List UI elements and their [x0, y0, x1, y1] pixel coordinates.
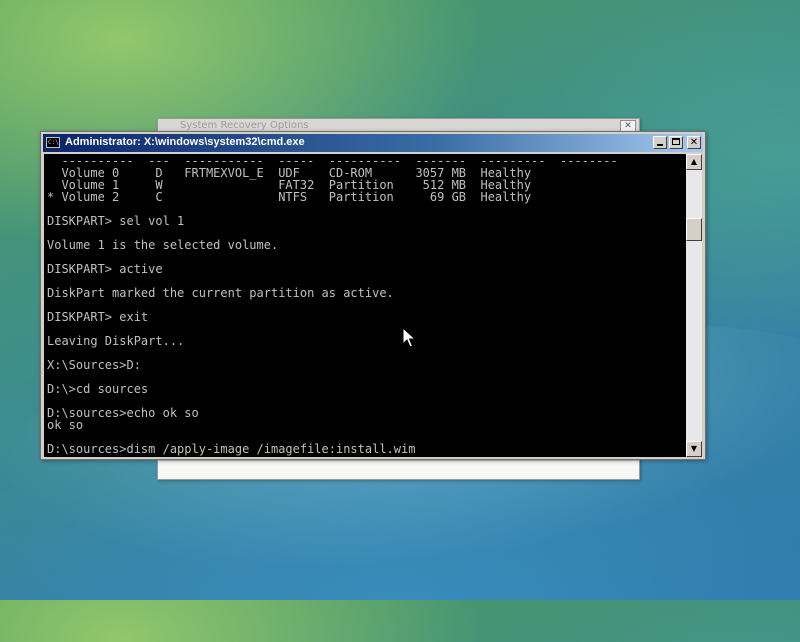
close-icon: ✕ — [689, 137, 699, 148]
maximize-icon — [672, 138, 680, 145]
console-line: DISKPART> active — [47, 262, 163, 276]
console-line: ok so — [47, 418, 84, 432]
minimize-icon — [657, 144, 663, 146]
console-line: DiskPart marked the current partition as… — [47, 286, 394, 300]
console-line: X:\Sources>D: — [47, 358, 141, 372]
arrow-cursor-icon — [402, 327, 417, 348]
console-line: DISKPART> exit — [47, 310, 149, 324]
console-line: D:\sources>dism /apply-image /imagefile:… — [47, 442, 416, 456]
console-line: * Volume 2 C NTFS Partition 69 GB Health… — [47, 190, 532, 204]
cmd-window[interactable]: C:\ Administrator: X:\windows\system32\c… — [40, 131, 706, 460]
vertical-scrollbar[interactable]: ▲ ▼ — [686, 154, 702, 457]
scrollbar-thumb[interactable] — [686, 218, 702, 241]
scroll-up-icon: ▲ — [690, 157, 698, 166]
console-line: DISKPART> sel vol 1 — [47, 214, 185, 228]
cmd-titlebar[interactable]: C:\ Administrator: X:\windows\system32\c… — [43, 134, 703, 152]
close-button[interactable]: ✕ — [687, 136, 701, 149]
console-line: D:\>cd sources — [47, 382, 149, 396]
scroll-up-button[interactable]: ▲ — [686, 154, 702, 170]
scroll-down-icon: ▼ — [690, 444, 698, 453]
system-recovery-title: System Recovery Options — [180, 120, 309, 131]
maximize-button[interactable] — [669, 136, 683, 149]
console-lines: ---------- --- ----------- ----- -------… — [44, 155, 618, 455]
scroll-down-button[interactable]: ▼ — [686, 441, 702, 457]
cmd-window-title: Administrator: X:\windows\system32\cmd.e… — [65, 136, 305, 148]
console-line: Volume 1 is the selected volume. — [47, 238, 279, 252]
console-line: Leaving DiskPart... — [47, 334, 185, 348]
system-recovery-bottom-bar — [158, 460, 639, 479]
cmd-icon[interactable]: C:\ — [46, 137, 60, 148]
console-line: D:\sources>echo ok so — [47, 406, 199, 420]
minimize-button[interactable] — [653, 136, 667, 149]
console-output[interactable]: ---------- --- ----------- ----- -------… — [44, 154, 686, 457]
